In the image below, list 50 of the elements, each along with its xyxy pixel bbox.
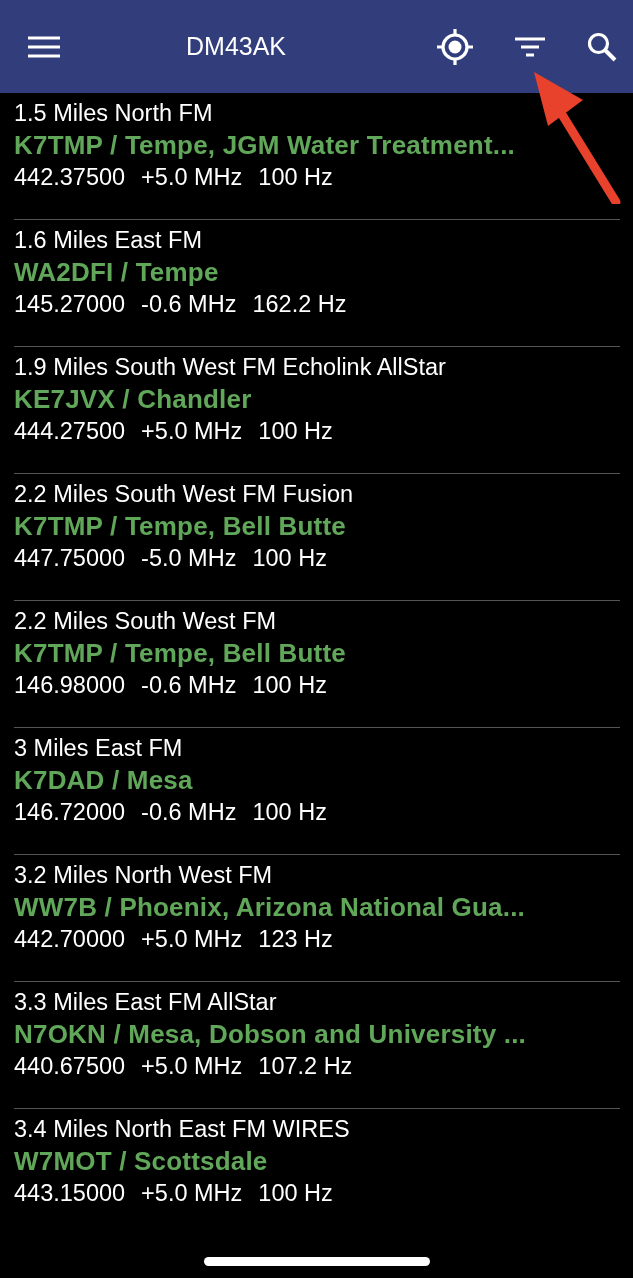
frequency-text: 146.98000	[14, 671, 126, 700]
offset-text: -5.0 MHz	[141, 544, 237, 573]
tone-text: 100 Hz	[252, 798, 327, 827]
repeater-name: WA2DFI / Tempe	[14, 256, 219, 289]
repeater-name: N7OKN / Mesa, Dobson and University ...	[14, 1018, 527, 1051]
offset-text: +5.0 MHz	[141, 417, 243, 446]
tone-text: 100 Hz	[258, 163, 333, 192]
frequency-text: 442.37500	[14, 163, 126, 192]
offset-text: +5.0 MHz	[141, 1179, 243, 1208]
filter-icon[interactable]	[515, 36, 545, 57]
distance-text: 2.2 Miles South West FM	[14, 607, 277, 636]
distance-text: 1.9 Miles South West FM Echolink AllStar	[14, 353, 446, 382]
repeater-name: WW7B / Phoenix, Arizona National Gua...	[14, 891, 525, 924]
distance-text: 3.3 Miles East FM AllStar	[14, 988, 277, 1017]
repeater-name: W7MOT / Scottsdale	[14, 1145, 268, 1178]
tone-text: 100 Hz	[258, 1179, 333, 1208]
frequency-text: 442.70000	[14, 925, 126, 954]
tone-text: 107.2 Hz	[258, 1052, 353, 1081]
repeater-name: KE7JVX / Chandler	[14, 383, 252, 416]
repeater-name: K7TMP / Tempe, Bell Butte	[14, 637, 346, 670]
frequency-text: 440.67500	[14, 1052, 126, 1081]
tone-text: 162.2 Hz	[252, 290, 347, 319]
distance-text: 1.5 Miles North FM	[14, 99, 213, 128]
tone-text: 100 Hz	[258, 417, 333, 446]
distance-text: 3.4 Miles North East FM WIRES	[14, 1115, 350, 1144]
tone-text: 123 Hz	[258, 925, 333, 954]
app-title: DM43AK	[186, 30, 287, 62]
repeater-name: K7TMP / Tempe, Bell Butte	[14, 510, 346, 543]
frequency-text: 443.15000	[14, 1179, 126, 1208]
repeater-name: K7TMP / Tempe, JGM Water Treatment...	[14, 129, 516, 162]
distance-text: 3.2 Miles North West FM	[14, 861, 273, 890]
offset-text: -0.6 MHz	[141, 671, 237, 700]
offset-text: -0.6 MHz	[141, 798, 237, 827]
distance-text: 3 Miles East FM	[14, 734, 183, 763]
offset-text: +5.0 MHz	[141, 1052, 243, 1081]
repeater-name: K7DAD / Mesa	[14, 764, 193, 797]
search-icon[interactable]	[587, 31, 617, 62]
tone-text: 100 Hz	[252, 671, 327, 700]
distance-text: 1.6 Miles East FM	[14, 226, 203, 255]
offset-text: +5.0 MHz	[141, 163, 243, 192]
distance-text: 2.2 Miles South West FM Fusion	[14, 480, 354, 509]
menu-icon[interactable]	[28, 35, 60, 58]
crosshair-icon[interactable]	[437, 28, 473, 65]
frequency-text: 444.27500	[14, 417, 126, 446]
tone-text: 100 Hz	[252, 544, 327, 573]
frequency-text: 146.72000	[14, 798, 126, 827]
frequency-text: 447.75000	[14, 544, 126, 573]
offset-text: +5.0 MHz	[141, 925, 243, 954]
offset-text: -0.6 MHz	[141, 290, 237, 319]
frequency-text: 145.27000	[14, 290, 126, 319]
